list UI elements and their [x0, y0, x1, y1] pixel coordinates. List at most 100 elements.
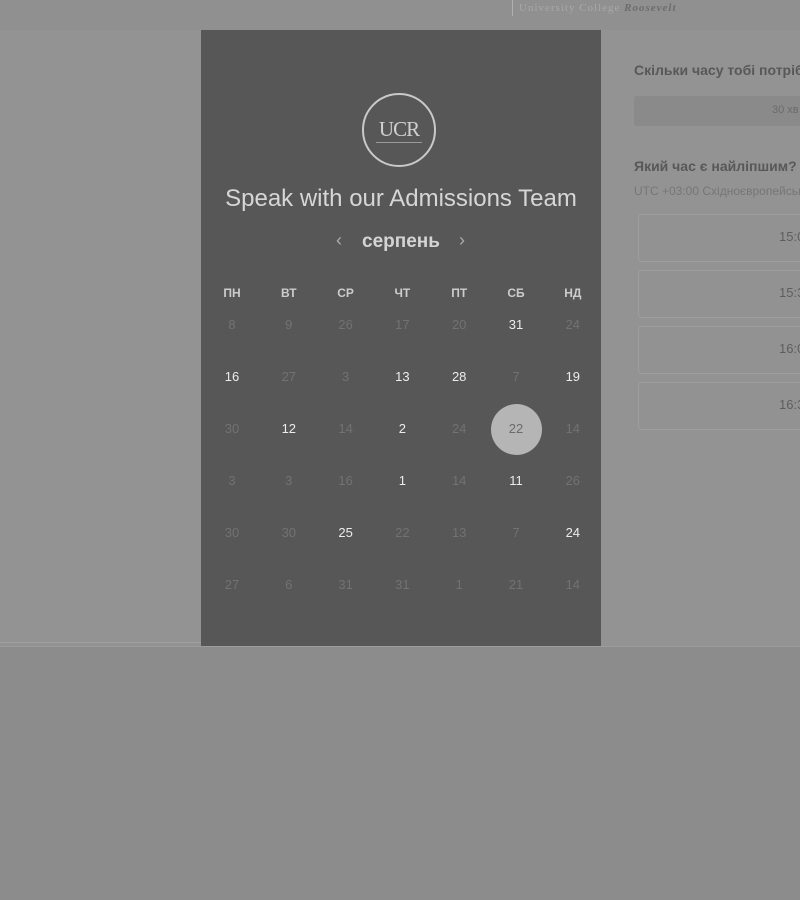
left-column — [0, 30, 201, 643]
chevron-right-icon[interactable]: › — [454, 230, 470, 251]
calendar-day[interactable]: 19 — [545, 366, 601, 418]
scheduling-panel: Скільки часу тобі потрібно? 30 хв Який ч… — [601, 30, 800, 646]
calendar-day[interactable]: 28 — [431, 366, 487, 418]
weekday-header: СР — [337, 286, 354, 300]
calendar-day: 1 — [431, 574, 487, 626]
calendar-day: 14 — [431, 470, 487, 522]
calendar-day-number: 26 — [565, 473, 581, 488]
calendar-day-number: 31 — [395, 577, 410, 592]
calendar-day: 27 — [261, 366, 317, 418]
calendar-day: 9 — [261, 314, 317, 366]
calendar-day-number: 14 — [565, 421, 581, 436]
calendar-day-number: 22 — [508, 421, 524, 436]
calendar-day-number: 27 — [224, 577, 240, 592]
time-slot-label: 15:30 — [779, 285, 800, 300]
calendar-day[interactable]: 31 — [488, 314, 544, 366]
calendar-modal: UCR Speak with our Admissions Team ‹ сер… — [201, 30, 601, 646]
calendar-day: 30 — [261, 522, 317, 574]
time-question: Який час є найліпшим? — [634, 158, 797, 174]
calendar-day-number: 3 — [341, 369, 350, 384]
calendar-day[interactable]: 24 — [545, 522, 601, 574]
calendar-day: 13 — [431, 522, 487, 574]
calendar-day: 16 — [318, 470, 374, 522]
calendar-day-number: 30 — [224, 421, 240, 436]
time-slot[interactable]: 15:30 — [638, 270, 800, 318]
calendar-day-number: 19 — [565, 369, 581, 384]
calendar-day-number: 14 — [565, 577, 581, 592]
calendar-day-number: 24 — [565, 525, 581, 540]
calendar-day-number: 24 — [565, 317, 581, 332]
time-slot[interactable]: 16:30 — [638, 382, 800, 430]
calendar-day: 17 — [374, 314, 430, 366]
calendar-day-number: 1 — [398, 473, 406, 488]
calendar-day: 31 — [374, 574, 430, 626]
divider — [0, 646, 800, 647]
calendar-day: 3 — [318, 366, 374, 418]
time-slot[interactable]: 15:00 — [638, 214, 800, 262]
chevron-left-icon[interactable]: ‹ — [331, 230, 347, 251]
calendar-day[interactable]: 25 — [318, 522, 374, 574]
ucr-logo: UCR — [362, 93, 436, 167]
calendar-day-number: 25 — [338, 525, 353, 540]
month-navigation: ‹ серпень › — [201, 230, 601, 254]
calendar-day-number: 6 — [285, 577, 293, 592]
calendar-day-number: 16 — [224, 369, 240, 384]
calendar-day: 26 — [545, 470, 601, 522]
calendar-day-number: 1 — [455, 577, 463, 592]
calendar-day: 30 — [204, 418, 260, 470]
brand-logo[interactable]: University College Roosevelt — [512, 0, 677, 16]
calendar-day-number: 3 — [285, 473, 293, 488]
calendar-day-number: 31 — [338, 577, 353, 592]
calendar-day: 8 — [204, 314, 260, 366]
calendar-day-number: 21 — [508, 577, 524, 592]
calendar-day: 14 — [545, 574, 601, 626]
calendar-day[interactable]: 2 — [374, 418, 430, 470]
calendar-day: 14 — [545, 418, 601, 470]
calendar-day-number: 7 — [512, 369, 520, 384]
time-slot-label: 16:00 — [779, 341, 800, 356]
duration-value: 30 хв — [772, 104, 799, 116]
brand-name: Roosevelt — [624, 2, 677, 14]
calendar-day-number: 30 — [224, 525, 240, 540]
calendar-day: 21 — [488, 574, 544, 626]
calendar-day-number: 12 — [281, 421, 297, 436]
calendar-day-selected[interactable]: 22 — [488, 404, 544, 470]
calendar-day: 24 — [545, 314, 601, 366]
page-header: University College Roosevelt — [0, 0, 800, 31]
time-slot-label: 16:30 — [779, 397, 800, 412]
weekday-header: ПН — [223, 286, 241, 300]
calendar-day: 30 — [204, 522, 260, 574]
calendar-day-number: 11 — [509, 473, 523, 488]
calendar-day-number: 7 — [512, 525, 520, 540]
duration-question: Скільки часу тобі потрібно? — [634, 62, 800, 78]
calendar-day-number: 8 — [228, 317, 236, 332]
calendar-day-number: 16 — [338, 473, 353, 488]
calendar-day-number: 17 — [395, 317, 410, 332]
calendar-day-number: 22 — [395, 525, 410, 540]
weekday-header: ВТ — [281, 286, 297, 300]
calendar-day[interactable]: 11 — [488, 470, 544, 522]
brand-prefix: University College — [519, 2, 621, 14]
weekday-header: НД — [564, 286, 582, 300]
calendar-day-number: 26 — [338, 317, 353, 332]
calendar-day-number: 2 — [398, 421, 406, 436]
calendar-day[interactable]: 13 — [374, 366, 430, 418]
calendar-day[interactable]: 1 — [374, 470, 430, 522]
calendar-day-number: 28 — [451, 369, 467, 384]
calendar-day: 24 — [431, 418, 487, 470]
calendar-day: 31 — [318, 574, 374, 626]
time-slot-label: 15:00 — [779, 229, 800, 244]
modal-title: Speak with our Admissions Team — [225, 185, 577, 212]
calendar-day: 7 — [488, 522, 544, 574]
calendar-day-number: 30 — [281, 525, 297, 540]
weekday-header: ПТ — [451, 286, 468, 300]
calendar-day[interactable]: 16 — [204, 366, 260, 418]
month-label: серпень — [362, 231, 440, 252]
time-slot[interactable]: 16:00 — [638, 326, 800, 374]
calendar-day-number: 31 — [508, 317, 524, 332]
calendar-day-number: 20 — [451, 317, 467, 332]
logo-text: UCR — [378, 117, 420, 141]
duration-option[interactable]: 30 хв — [634, 96, 800, 126]
calendar-day: 22 — [374, 522, 430, 574]
calendar-day[interactable]: 12 — [261, 418, 317, 470]
